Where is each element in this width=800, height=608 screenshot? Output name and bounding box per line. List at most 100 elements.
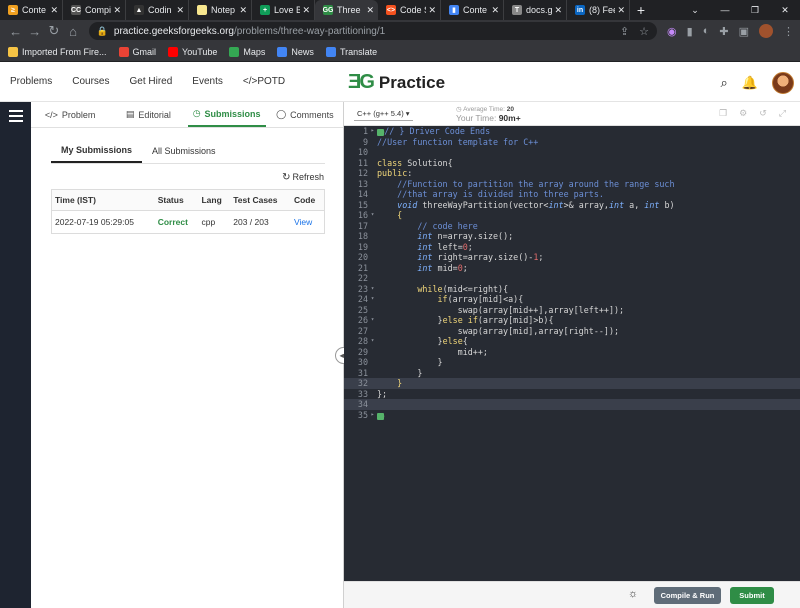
tab-close-icon[interactable]: ✕: [617, 5, 625, 16]
tab-close-icon[interactable]: ✕: [50, 5, 58, 16]
browser-tab[interactable]: GG Three ✕: [315, 0, 378, 20]
code-line: 21 int mid=0;: [344, 263, 800, 274]
fold-arrow-icon[interactable]: ▾: [368, 210, 377, 221]
bookmark-item[interactable]: Imported From Fire...: [8, 46, 107, 57]
extension-icon-3[interactable]: ◐: [703, 25, 710, 37]
browser-tab[interactable]: Tdocs.g ✕: [504, 0, 567, 20]
chrome-menu-icon[interactable]: ⋮: [783, 25, 794, 38]
copy-icon[interactable]: ❐: [719, 108, 727, 119]
bookmark-star-icon[interactable]: ☆: [639, 25, 649, 38]
fold-arrow-icon[interactable]: ▸: [368, 410, 377, 421]
code-text: }else{: [377, 336, 468, 346]
code-text: mid++;: [377, 346, 488, 357]
side-panel-icon[interactable]: ▣: [739, 25, 749, 38]
code-text: int right=array.size()-1;: [417, 252, 544, 262]
nav-item[interactable]: Get Hired: [130, 76, 173, 87]
subtab-my-submissions[interactable]: My Submissions: [51, 138, 143, 163]
restore-icon[interactable]: ❐: [740, 0, 770, 20]
tab-close-icon[interactable]: ✕: [302, 5, 310, 16]
line-number: 25: [357, 304, 368, 315]
tab-editorial[interactable]: ▤ Editorial: [109, 102, 187, 127]
tab-favicon-icon: GG: [322, 5, 334, 15]
tab-comments[interactable]: ◯ Comments: [266, 102, 344, 127]
minimize-icon[interactable]: —: [710, 0, 740, 20]
bookmark-item[interactable]: Maps: [229, 46, 265, 57]
tab-close-icon[interactable]: ✕: [554, 5, 562, 16]
forward-icon[interactable]: →: [25, 24, 44, 39]
view-code-link[interactable]: View: [291, 211, 325, 234]
tab-submissions[interactable]: ◷ Submissions: [187, 102, 266, 127]
extensions-puzzle-icon[interactable]: ✚: [719, 25, 728, 38]
nav-item[interactable]: Events: [192, 76, 223, 87]
browser-tab[interactable]: <> Code S✕: [378, 0, 441, 20]
fold-arrow-icon[interactable]: ▾: [368, 294, 377, 305]
left-sidebar: [0, 102, 31, 608]
browser-tab[interactable]: ▮ Conte ✕: [441, 0, 504, 20]
browser-tab[interactable]: Notep ✕: [189, 0, 252, 20]
bookmark-item[interactable]: Gmail: [118, 46, 156, 57]
extension-icon[interactable]: ◉: [667, 25, 677, 38]
back-icon[interactable]: ←: [6, 24, 25, 39]
profile-avatar[interactable]: [758, 24, 773, 38]
browser-tab[interactable]: CC Compi ✕: [63, 0, 126, 20]
nav-item[interactable]: </>POTD: [243, 76, 285, 87]
code-text: ▬▬: [377, 412, 385, 420]
tab-label: Comments: [290, 109, 334, 120]
browser-tab[interactable]: + Love B ✕: [252, 0, 315, 20]
code-line: 23 ▾ while(mid<=right){: [344, 284, 800, 295]
code-line: 29 mid++;: [344, 347, 800, 358]
code-text: // code here: [417, 220, 478, 231]
search-icon[interactable]: ⌕: [721, 75, 728, 91]
fullscreen-icon[interactable]: ⤢: [779, 108, 786, 119]
lightbulb-icon[interactable]: ☼: [628, 588, 638, 600]
address-bar[interactable]: 🔒 practice.geeksforgeeks.org/problems/th…: [88, 22, 658, 40]
browser-tab[interactable]: in (8) Fee ✕: [567, 0, 630, 20]
share-icon[interactable]: ⇪: [620, 25, 629, 38]
reset-icon[interactable]: ↺: [759, 108, 767, 119]
browser-tab[interactable]: ≥ Conte ✕: [0, 0, 63, 20]
tab-close-icon[interactable]: ✕: [428, 5, 436, 16]
nav-item[interactable]: Courses: [72, 76, 109, 87]
tab-search-icon[interactable]: ⌄: [680, 0, 710, 20]
subtab-all-submissions[interactable]: All Submissions: [142, 138, 226, 163]
language-select[interactable]: C++ (g++ 5.4) ▾: [354, 107, 413, 121]
line-number: 32: [357, 378, 368, 388]
fold-arrow-icon[interactable]: ▾: [368, 336, 377, 347]
code-text: public:: [377, 168, 413, 178]
fold-arrow-icon[interactable]: ▸: [368, 126, 377, 137]
hamburger-menu-icon[interactable]: [8, 110, 23, 122]
extension-icon-2[interactable]: ▮: [687, 25, 693, 38]
bookmark-item[interactable]: Translate: [325, 46, 377, 57]
tab-title: Code S: [400, 5, 426, 15]
compile-run-button[interactable]: Compile & Run: [654, 587, 721, 604]
code-line: 20 int right=array.size()-1;: [344, 252, 800, 263]
refresh-label: Refresh: [292, 172, 324, 182]
fold-gutter: [368, 368, 377, 379]
tab-close-icon[interactable]: ✕: [113, 5, 121, 16]
close-window-icon[interactable]: ✕: [770, 0, 800, 20]
reload-icon[interactable]: ↻: [44, 23, 63, 39]
bookmark-item[interactable]: News: [277, 46, 314, 57]
bookmark-item[interactable]: YouTube: [168, 46, 217, 57]
submit-button[interactable]: Submit: [730, 587, 774, 604]
fold-arrow-icon[interactable]: ▾: [368, 315, 377, 326]
practice-logo[interactable]: ƎG Practice: [348, 71, 445, 94]
home-icon[interactable]: ⌂: [64, 24, 83, 39]
tab-close-icon[interactable]: ✕: [366, 5, 374, 16]
tab-close-icon[interactable]: ✕: [491, 5, 499, 16]
tab-close-icon[interactable]: ✕: [176, 5, 184, 16]
fold-arrow-icon[interactable]: ▾: [368, 284, 377, 295]
tab-close-icon[interactable]: ✕: [239, 5, 247, 16]
refresh-button[interactable]: ↻ Refresh: [31, 172, 324, 183]
settings-gear-icon[interactable]: ⚙: [739, 108, 747, 119]
user-avatar[interactable]: [772, 72, 794, 94]
fold-gutter: [368, 273, 377, 284]
code-area[interactable]: 1 ▸ ▬▬// } Driver Code Ends 9//User functio…: [344, 126, 800, 420]
line-number: 12: [357, 168, 368, 178]
browser-tab[interactable]: ▲ Codin ✕: [126, 0, 189, 20]
notification-bell-icon[interactable]: 🔔: [742, 75, 758, 91]
new-tab-button[interactable]: +: [630, 0, 652, 20]
nav-item[interactable]: Problems: [10, 76, 52, 87]
lock-icon[interactable]: 🔒: [97, 26, 108, 37]
tab-problem[interactable]: </> Problem: [31, 102, 109, 127]
